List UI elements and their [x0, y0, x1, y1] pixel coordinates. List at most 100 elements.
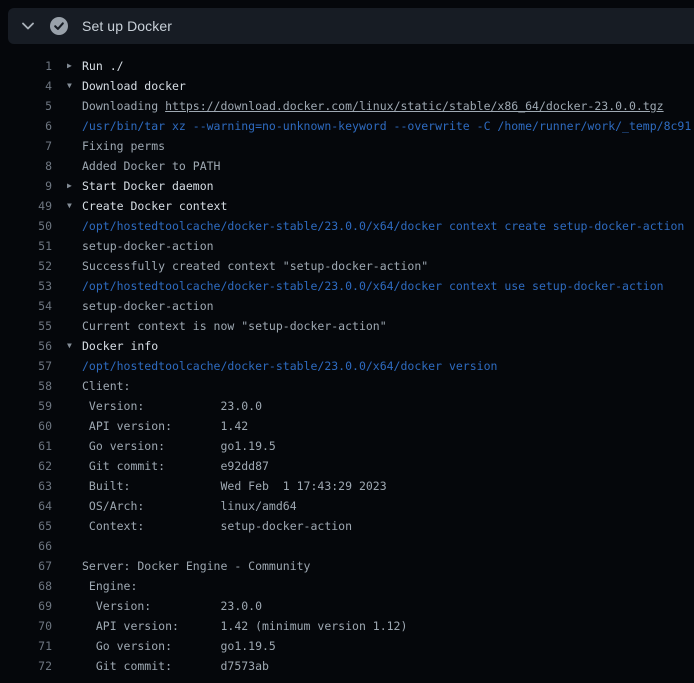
log-text: Download docker — [82, 76, 186, 96]
line-number-link[interactable]: 52 — [8, 256, 52, 276]
line-number-link[interactable]: 54 — [8, 296, 52, 316]
log-text: API version: 1.42 — [82, 416, 248, 436]
line-number-link[interactable]: 51 — [8, 236, 52, 256]
log-link[interactable]: https://download.docker.com/linux/static… — [165, 99, 664, 113]
chevron-down-icon[interactable] — [20, 18, 36, 34]
group-chevron-down-icon[interactable]: ▼ — [52, 76, 82, 96]
marker-spacer — [52, 156, 82, 176]
line-number-link[interactable]: 70 — [8, 616, 52, 636]
marker-spacer — [52, 576, 82, 596]
log-line: 62 Git commit: e92dd87 — [0, 456, 694, 476]
marker-spacer — [52, 456, 82, 476]
line-number-link[interactable]: 55 — [8, 316, 52, 336]
line-number-link[interactable]: 68 — [8, 576, 52, 596]
log-line: 54 setup-docker-action — [0, 296, 694, 316]
log-line[interactable]: 49▼Create Docker context — [0, 196, 694, 216]
group-chevron-right-icon[interactable]: ▶ — [52, 176, 82, 196]
log-text: Fixing perms — [82, 136, 165, 156]
log-line: 61 Go version: go1.19.5 — [0, 436, 694, 456]
line-number-link[interactable]: 57 — [8, 356, 52, 376]
log-line: 60 API version: 1.42 — [0, 416, 694, 436]
log-text: Start Docker daemon — [82, 176, 214, 196]
log-line: 5Downloading https://download.docker.com… — [0, 96, 694, 116]
line-number-link[interactable]: 60 — [8, 416, 52, 436]
line-number-link[interactable]: 65 — [8, 516, 52, 536]
group-chevron-right-icon[interactable]: ▶ — [52, 56, 82, 76]
line-number-link[interactable]: 5 — [8, 96, 52, 116]
marker-spacer — [52, 296, 82, 316]
log-text: setup-docker-action — [82, 236, 214, 256]
log-text: Go version: go1.19.5 — [82, 636, 276, 656]
group-chevron-down-icon[interactable]: ▼ — [52, 196, 82, 216]
log-text: Server: Docker Engine - Community — [82, 556, 310, 576]
marker-spacer — [52, 616, 82, 636]
log-container: 1▶Run ./4▼Download docker5Downloading ht… — [0, 44, 694, 683]
line-number-link[interactable]: 7 — [8, 136, 52, 156]
line-number-link[interactable]: 66 — [8, 536, 52, 556]
line-number-link[interactable]: 53 — [8, 276, 52, 296]
log-text: Git commit: e92dd87 — [82, 456, 269, 476]
log-line[interactable]: 4▼Download docker — [0, 76, 694, 96]
log-line: 6/usr/bin/tar xz --warning=no-unknown-ke… — [0, 116, 694, 136]
group-chevron-down-icon[interactable]: ▼ — [52, 336, 82, 356]
log-text: /opt/hostedtoolcache/docker-stable/23.0.… — [82, 276, 664, 296]
actions-log-page: { "header": { "title": "Set up Docker", … — [0, 0, 694, 683]
log-line: 66 — [0, 536, 694, 556]
log-line[interactable]: 9▶Start Docker daemon — [0, 176, 694, 196]
log-line: 68 Engine: — [0, 576, 694, 596]
log-text: setup-docker-action — [82, 296, 214, 316]
marker-spacer — [52, 436, 82, 456]
line-number-link[interactable]: 56 — [8, 336, 52, 356]
marker-spacer — [52, 316, 82, 336]
line-number-link[interactable]: 62 — [8, 456, 52, 476]
log-line: 72 Git commit: d7573ab — [0, 656, 694, 676]
log-text: Built: Wed Feb 1 17:43:29 2023 — [82, 476, 387, 496]
marker-spacer — [52, 496, 82, 516]
line-number-link[interactable]: 61 — [8, 436, 52, 456]
marker-spacer — [52, 556, 82, 576]
log-line: 67 Server: Docker Engine - Community — [0, 556, 694, 576]
log-text: Added Docker to PATH — [82, 156, 220, 176]
log-line[interactable]: 56▼Docker info — [0, 336, 694, 356]
log-text: Run ./ — [82, 56, 124, 76]
line-number-link[interactable]: 72 — [8, 656, 52, 676]
line-number-link[interactable]: 71 — [8, 636, 52, 656]
log-line: 58Client: — [0, 376, 694, 396]
log-text: /opt/hostedtoolcache/docker-stable/23.0.… — [82, 356, 497, 376]
log-line: 55Current context is now "setup-docker-a… — [0, 316, 694, 336]
marker-spacer — [52, 96, 82, 116]
log-line: 7 Fixing perms — [0, 136, 694, 156]
log-line: 53/opt/hostedtoolcache/docker-stable/23.… — [0, 276, 694, 296]
line-number-link[interactable]: 9 — [8, 176, 52, 196]
check-circle-icon — [50, 17, 68, 35]
line-number-link[interactable]: 49 — [8, 196, 52, 216]
log-text: /opt/hostedtoolcache/docker-stable/23.0.… — [82, 216, 684, 236]
marker-spacer — [52, 376, 82, 396]
marker-spacer — [52, 256, 82, 276]
line-number-link[interactable]: 69 — [8, 596, 52, 616]
line-number-link[interactable]: 64 — [8, 496, 52, 516]
log-text: Git commit: d7573ab — [82, 656, 269, 676]
line-number-link[interactable]: 6 — [8, 116, 52, 136]
log-line: 52 Successfully created context "setup-do… — [0, 256, 694, 276]
line-number-link[interactable]: 59 — [8, 396, 52, 416]
line-number-link[interactable]: 50 — [8, 216, 52, 236]
log-text: Version: 23.0.0 — [82, 596, 262, 616]
log-text: Successfully created context "setup-dock… — [82, 256, 428, 276]
marker-spacer — [52, 476, 82, 496]
line-number-link[interactable]: 4 — [8, 76, 52, 96]
marker-spacer — [52, 636, 82, 656]
log-text: Go version: go1.19.5 — [82, 436, 276, 456]
marker-spacer — [52, 356, 82, 376]
log-line: 51 setup-docker-action — [0, 236, 694, 256]
line-number-link[interactable]: 58 — [8, 376, 52, 396]
log-line: 63 Built: Wed Feb 1 17:43:29 2023 — [0, 476, 694, 496]
line-number-link[interactable]: 1 — [8, 56, 52, 76]
line-number-link[interactable]: 8 — [8, 156, 52, 176]
log-text: API version: 1.42 (minimum version 1.12) — [82, 616, 407, 636]
line-number-link[interactable]: 67 — [8, 556, 52, 576]
line-number-link[interactable]: 63 — [8, 476, 52, 496]
step-header[interactable]: Set up Docker — [8, 8, 694, 44]
log-line[interactable]: 1▶Run ./ — [0, 56, 694, 76]
marker-spacer — [52, 216, 82, 236]
